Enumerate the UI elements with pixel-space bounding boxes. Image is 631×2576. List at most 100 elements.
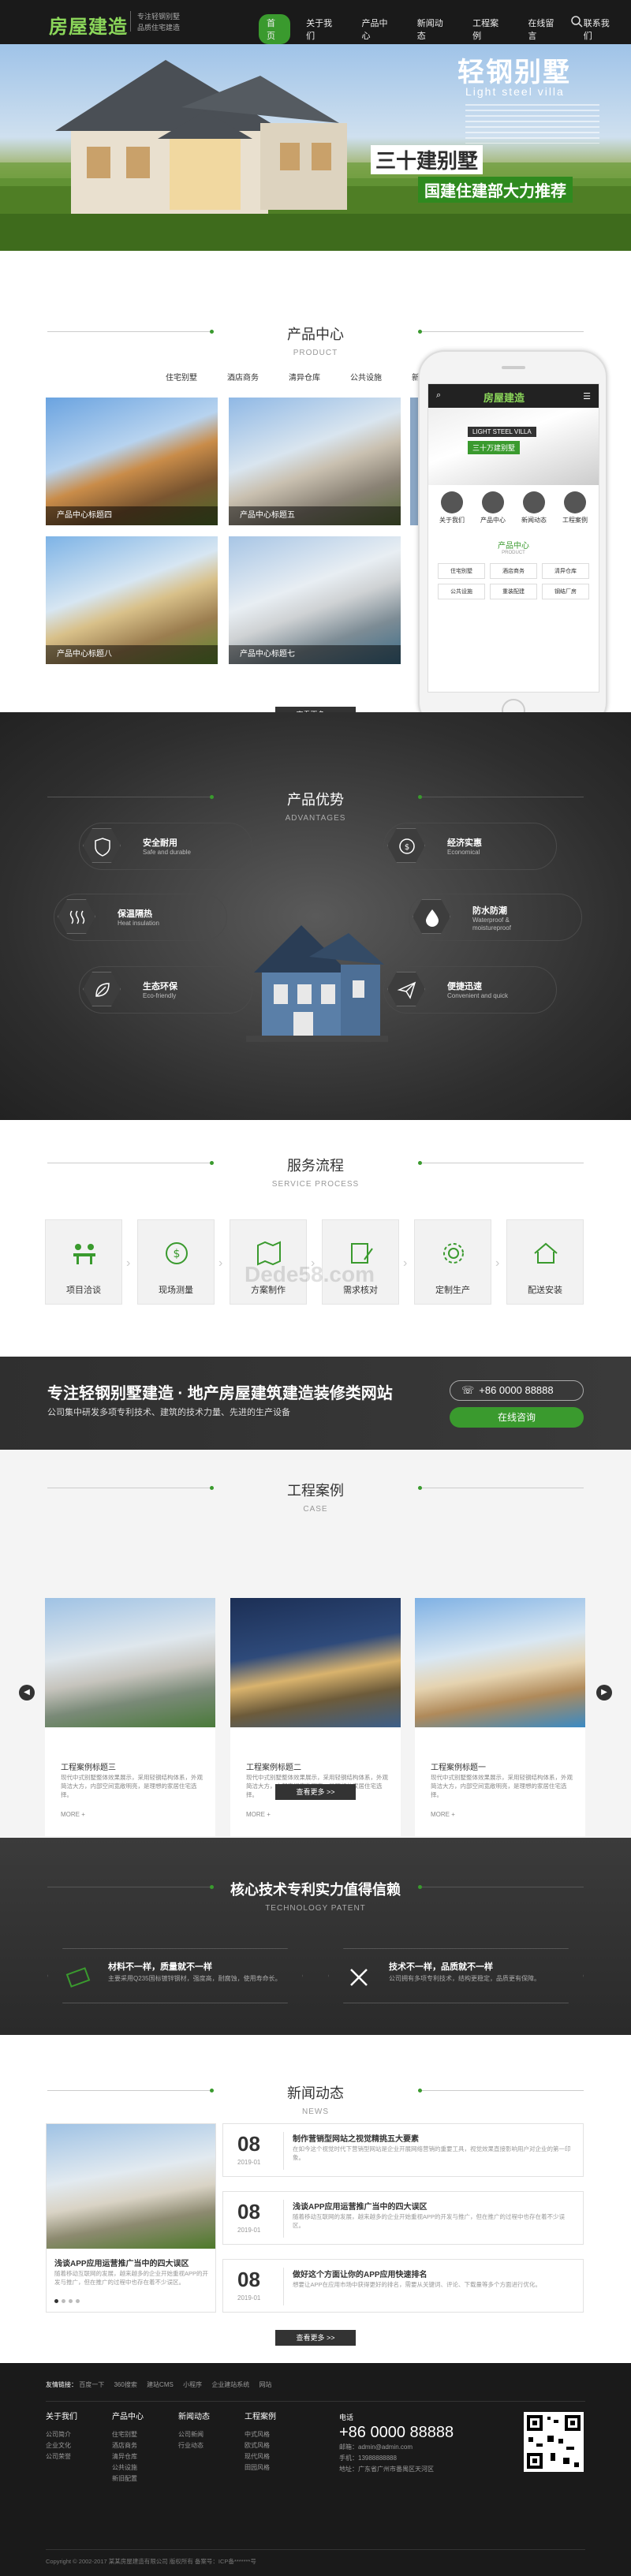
gear-icon [443,1243,464,1264]
footer-col-news: 新闻动态 公司新闻 行业动态 [178,2413,210,2449]
nav-message[interactable]: 在线留言 [520,14,567,44]
news-row[interactable]: 08 2019-01 制作营销型网站之视觉精挑五大要素 在如今这个视觉时代下营销型网… [222,2123,584,2177]
product-tab[interactable]: 公共设施 [350,371,382,383]
cta-phone: ☏ +86 0000 88888 [450,1380,584,1401]
qr-code-image [524,2412,584,2472]
case-card[interactable]: 工程案例标题一 现代中式别墅整体效果展示，采用轻钢结构体系，外观简洁大方，内部空间… [415,1598,585,1836]
process-title: 服务流程 SERVICE PROCESS [271,1158,360,1189]
news-more-button[interactable]: 查看更多 >> [275,2330,356,2346]
search-icon[interactable] [570,15,583,28]
friend-link[interactable]: 网站 [259,2381,272,2388]
footer-col-products: 产品中心 住宅别墅 酒店商务 清异仓库 公共设施 新旧配置 [112,2413,144,2482]
phone-icon-item[interactable]: 新闻动态 [521,491,547,525]
consult-button[interactable]: 在线咨询 [450,1407,584,1428]
product-tab[interactable]: 清异仓库 [289,371,320,383]
phone-grid-item[interactable]: 重装配建 [490,584,537,599]
phone-banner-title: LIGHT STEEL VILLA [468,427,536,437]
nav-news[interactable]: 新闻动态 [409,14,457,44]
friend-link[interactable]: 小程序 [183,2381,202,2388]
house-model-image [246,925,388,1042]
svg-text:$: $ [405,843,409,852]
friend-link[interactable]: 百度一下 [79,2381,104,2388]
advantages-section: 产品优势 ADVANTAGES 安全耐用 Safe and durable 保温… [0,712,631,1120]
case-card[interactable]: 工程案例标题三 现代中式别墅整体效果展示，采用轻钢结构体系，外观简洁大方，内部空间… [45,1598,215,1836]
product-card[interactable]: 产品中心标题七 [229,536,401,664]
tech-card: 材料不一样，质量就不一样 主要采用Q235国标镀锌钢材，强度高，耐腐蚀，使用寿命… [47,1948,303,2003]
product-tab[interactable]: 酒店商务 [227,371,259,383]
advantage-card: $ 经济实惠 Economical [383,823,557,870]
nav-products[interactable]: 产品中心 [353,14,401,44]
carousel-next-button[interactable]: ▶ [596,1685,612,1701]
arrow-icon: › [495,1256,500,1270]
process-step: 配送安装 [506,1219,584,1305]
phone-icon-item[interactable]: 产品中心 [480,491,506,525]
advantage-card: 安全耐用 Safe and durable [79,823,252,870]
site-footer: 友情链接： 百度一下 360搜索 建站CMS 小程序 企业建站系统 网站 关于我… [0,2363,631,2576]
heat-waves-icon [58,899,95,934]
case-image [230,1598,401,1727]
nav-home[interactable]: 首页 [259,14,291,44]
cases-more-button[interactable]: 查看更多 >> [275,1784,356,1800]
banner-title: 轻钢别墅 [457,58,571,88]
phone-icon-row: 关于我们 产品中心 新闻动态 工程案例 [428,485,599,528]
tools-icon [350,1969,368,1986]
phone-icon-item[interactable]: 关于我们 [439,491,465,525]
case-image [45,1598,215,1727]
footer-phone: +86 0000 88888 [339,2424,454,2441]
news-feature-image [47,2124,215,2249]
process-step: 项目洽谈 [45,1219,122,1305]
phone-grid-item[interactable]: 酒店商务 [490,563,537,579]
banner-slogan-1: 三十建别墅 [371,145,484,174]
friend-link[interactable]: 360搜索 [114,2381,136,2388]
logo[interactable]: 房屋建造 [49,11,128,39]
phone-icon: ☏ [461,1384,475,1396]
dollar-icon: $ [387,828,425,863]
product-tab[interactable]: 住宅别墅 [166,371,197,383]
news-title: 新闻动态 NEWS [287,2085,344,2116]
pagination-dots[interactable] [54,2299,80,2303]
friend-link[interactable]: 企业建站系统 [211,2381,249,2388]
news-feature[interactable]: 浅谈APP应用运营推广当中的四大误区 随着移动互联网的发展，越来越多的企业开始重… [46,2123,216,2313]
phone-banner-sub: 三十万建别墅 [468,441,521,454]
footer-col-cases: 工程案例 中式风格 欧式风格 现代风格 田园风格 [245,2413,276,2471]
phone-grid-item[interactable]: 公共设施 [438,584,485,599]
news-row[interactable]: 08 2019-01 浅谈APP应用运营推广当中的四大误区 随着移动互联网的发展，越… [222,2191,584,2245]
phone-section-title: 产品中心 PRODUCT [498,542,529,555]
cta-heading: 专注轻钢别墅建造 · 地产房屋建筑建造装修类网站 [47,1385,393,1402]
phone-grid-item[interactable]: 钢结厂房 [542,584,589,599]
carousel-prev-button[interactable]: ◀ [19,1685,35,1701]
friend-links: 友情链接： 百度一下 360搜索 建站CMS 小程序 企业建站系统 网站 [46,2381,272,2388]
cta-band: 专注轻钢别墅建造 · 地产房屋建筑建造装修类网站 公司集中研发多项专利技术、建筑… [0,1357,631,1450]
cta-subtext: 公司集中研发多项专利技术、建筑的技术力量、先进的生产设备 [47,1408,290,1417]
case-card[interactable]: 工程案例标题二现代中式别墅整体效果展示，采用轻钢结构体系，外观简洁大方，内部空间… [230,1598,401,1836]
svg-text:$: $ [174,1248,181,1260]
product-card[interactable]: 产品中心标题五 [229,398,401,525]
phone-search-icon[interactable]: ⌕ [436,390,441,401]
product-card[interactable]: 产品中心标题八 [46,536,218,664]
product-card[interactable]: 产品中心标题四 [46,398,218,525]
nav-cases[interactable]: 工程案例 [465,14,512,44]
friend-link[interactable]: 建站CMS [147,2381,174,2388]
news-row[interactable]: 08 2019-01 做好这个方面让你的APP应用快速排名 想要让APP在应用市场中… [222,2259,584,2313]
logo-tagline: 专注轻钢别墅 品质住宅建造 [137,13,181,32]
phone-grid: 住宅别墅 酒店商务 清异仓库 公共设施 重装配建 钢结厂房 [428,555,599,607]
phone-grid-item[interactable]: 清异仓库 [542,563,589,579]
phone-banner: LIGHT STEEL VILLA 三十万建别墅 [428,408,599,485]
phone-header: 房屋建造 ☰ ⌕ [428,384,599,408]
paper-plane-icon [387,972,425,1006]
cases-title: 工程案例 CASE [287,1483,344,1514]
home-icon [534,1242,558,1264]
process-step: $ 现场测量 [137,1219,215,1305]
case-image [415,1598,585,1727]
footer-col-about: 关于我们 公司简介 企业文化 公司荣誉 [46,2413,77,2460]
phone-speaker [502,366,525,369]
advantage-card: 便捷迅速 Convenient and quick [383,966,557,1014]
phone-menu-icon[interactable]: ☰ [583,391,591,401]
advantages-title: 产品优势 ADVANTAGES [285,792,346,823]
nav-about[interactable]: 关于我们 [298,14,345,44]
footer-divider [46,2401,585,2402]
phone-mockup: 房屋建造 ☰ ⌕ LIGHT STEEL VILLA 三十万建别墅 关于我们 产… [418,350,607,729]
phone-icon-item[interactable]: 工程案例 [562,491,588,525]
phone-grid-item[interactable]: 住宅别墅 [438,563,485,579]
phone-screen: 房屋建造 ☰ ⌕ LIGHT STEEL VILLA 三十万建别墅 关于我们 产… [428,383,599,693]
